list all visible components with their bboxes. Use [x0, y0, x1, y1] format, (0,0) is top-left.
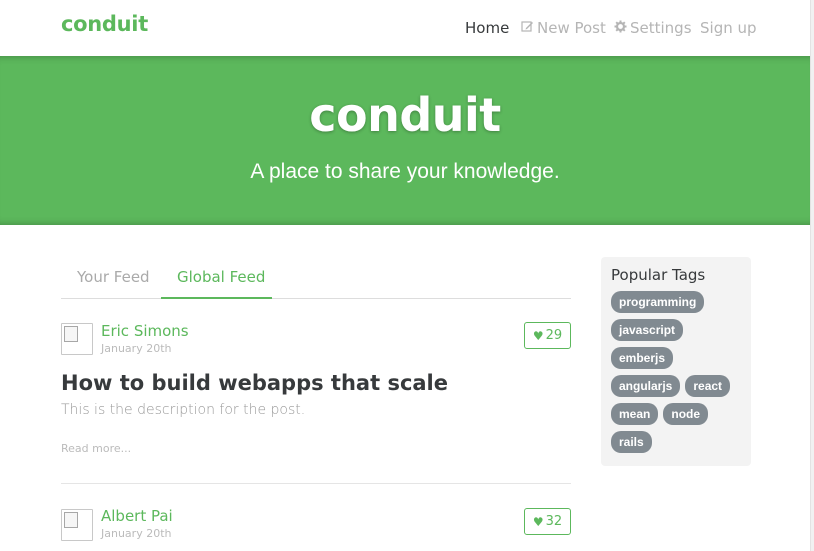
- article-description: This is the description for the post.: [61, 402, 306, 418]
- favorite-count: 32: [545, 514, 563, 529]
- sidebar-title: Popular Tags: [611, 266, 706, 284]
- author-link[interactable]: Eric Simons: [101, 322, 189, 340]
- article-title[interactable]: How to build webapps that scale: [61, 371, 448, 395]
- nav-home[interactable]: Home: [465, 18, 509, 38]
- tag-pill[interactable]: react: [685, 375, 731, 397]
- scrollbar[interactable]: [810, 0, 814, 551]
- tab-your-feed[interactable]: Your Feed: [61, 257, 166, 299]
- avatar[interactable]: [61, 509, 93, 541]
- heart-icon: ♥: [532, 514, 544, 529]
- article-date: January 20th: [101, 342, 172, 355]
- article-preview: Albert Pai January 20th ♥ 32: [61, 507, 571, 551]
- tag-pill[interactable]: rails: [611, 431, 652, 453]
- avatar[interactable]: [61, 323, 93, 355]
- article-date: January 20th: [101, 527, 172, 540]
- brand-logo[interactable]: conduit: [61, 12, 148, 36]
- tag-pill[interactable]: programming: [611, 291, 705, 313]
- tag-pill[interactable]: javascript: [611, 319, 684, 341]
- banner-title: conduit: [309, 88, 501, 142]
- nav-settings-label: Settings: [630, 19, 692, 37]
- hero-banner: conduit A place to share your knowledge.: [0, 56, 810, 225]
- article-preview: Eric Simons January 20th ♥ 29 How to bui…: [61, 322, 571, 482]
- favorite-button[interactable]: ♥ 32: [524, 508, 571, 535]
- navbar: conduit Home New Post Settings Sign up: [0, 0, 810, 56]
- nav-new-post-label: New Post: [537, 19, 606, 37]
- tag-pill[interactable]: emberjs: [611, 347, 674, 369]
- tag-list: programming javascript emberjs angularjs…: [611, 291, 741, 453]
- gear-icon: [614, 20, 627, 37]
- tab-global-feed[interactable]: Global Feed: [161, 257, 272, 299]
- tag-pill[interactable]: node: [663, 403, 709, 425]
- read-more-link[interactable]: Read more...: [61, 442, 131, 455]
- banner-subtitle: A place to share your knowledge.: [250, 160, 560, 183]
- nav-sign-up[interactable]: Sign up: [700, 18, 757, 38]
- favorite-button[interactable]: ♥ 29: [524, 322, 571, 349]
- edit-icon: [521, 20, 534, 37]
- popular-tags-sidebar: Popular Tags programming javascript embe…: [601, 257, 751, 466]
- nav-home-label: Home: [465, 19, 510, 37]
- favorite-count: 29: [545, 328, 563, 343]
- nav-new-post[interactable]: New Post: [521, 18, 606, 38]
- nav-settings[interactable]: Settings: [614, 18, 692, 38]
- tag-pill[interactable]: mean: [611, 403, 659, 425]
- feed-toggle: Your Feed Global Feed: [61, 257, 571, 299]
- divider: [61, 483, 571, 484]
- nav-sign-up-label: Sign up: [700, 19, 757, 37]
- tag-pill[interactable]: angularjs: [611, 375, 681, 397]
- author-link[interactable]: Albert Pai: [101, 507, 173, 525]
- heart-icon: ♥: [532, 328, 544, 343]
